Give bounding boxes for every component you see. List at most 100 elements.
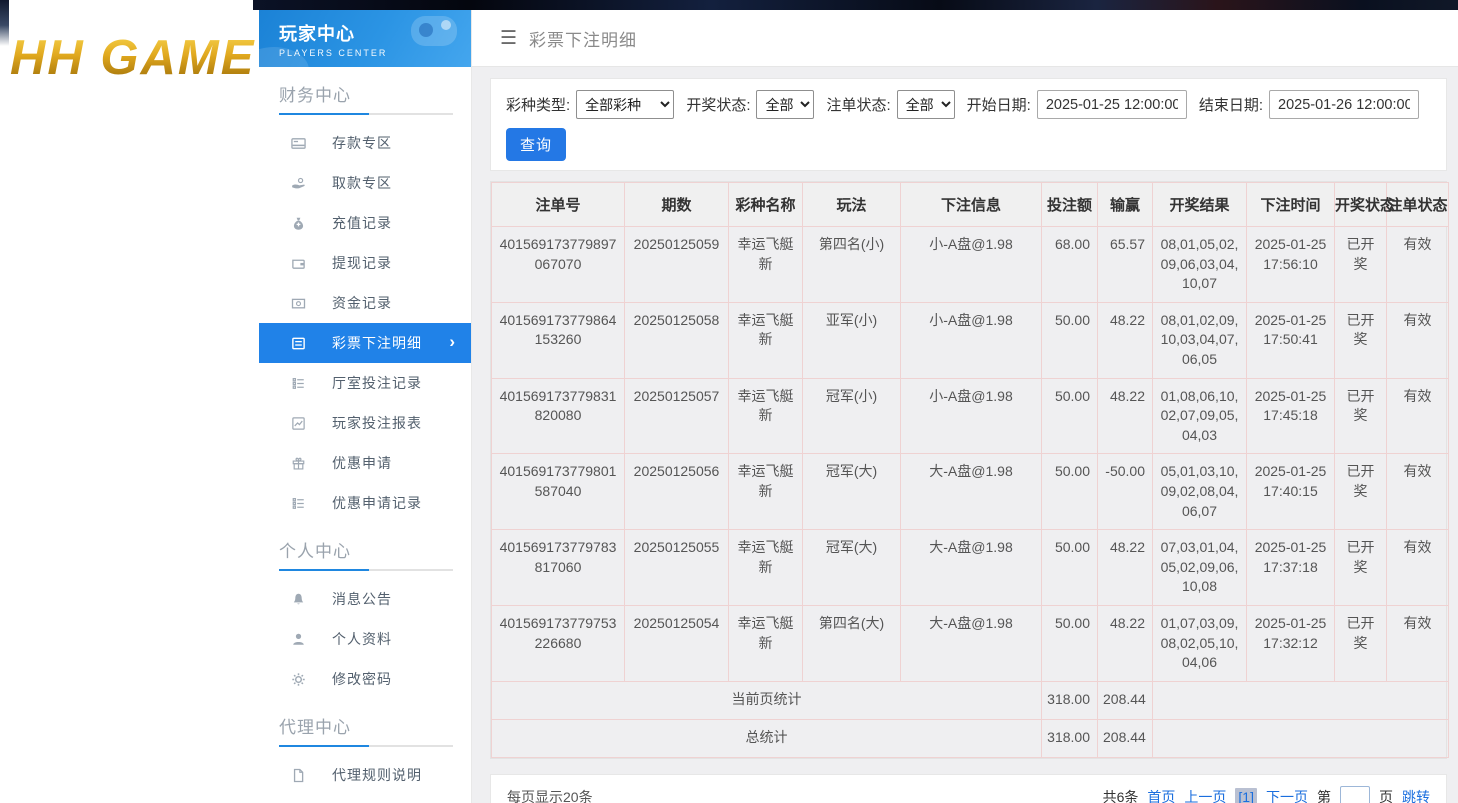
sidebar-item-withdraw[interactable]: 取款专区› xyxy=(259,163,471,203)
cell: 亚军(小) xyxy=(803,302,901,378)
cell: 48.22 xyxy=(1098,302,1153,378)
corner-shade xyxy=(0,0,9,46)
cell: 50.00 xyxy=(1042,605,1098,681)
cell: 幸运飞艇新 xyxy=(729,530,803,606)
gamepad-icon xyxy=(411,16,457,46)
jump-link[interactable]: 跳转 xyxy=(1402,787,1430,803)
sidebar-item-promo-apply[interactable]: 优惠申请› xyxy=(259,443,471,483)
cell: 冠军(小) xyxy=(803,378,901,454)
cell: 幸运飞艇新 xyxy=(729,605,803,681)
jump-suffix-text: 页 xyxy=(1379,787,1393,803)
bank-card-icon xyxy=(290,135,306,151)
section-title: 财务中心 xyxy=(259,67,471,113)
order-status-select[interactable]: 全部 xyxy=(897,90,955,119)
page-summary-row: 当前页统计 318.00 208.44 xyxy=(492,681,1449,719)
cell: 已开奖 xyxy=(1335,454,1387,530)
cell: 68.00 xyxy=(1042,227,1098,303)
sidebar-item-agent-team-stats[interactable]: 代理团队统计› xyxy=(259,795,471,803)
column-header: 玩法 xyxy=(803,183,901,227)
top-banner xyxy=(253,0,1458,10)
column-header: 输赢 xyxy=(1098,183,1153,227)
cell: 小-A盘@1.98 xyxy=(901,378,1042,454)
cell: 幸运飞艇新 xyxy=(729,302,803,378)
draw-status-select[interactable]: 全部 xyxy=(756,90,814,119)
sidebar-item-withdraw-records[interactable]: 提现记录› xyxy=(259,243,471,283)
page-summary-bet: 318.00 xyxy=(1042,681,1098,719)
page-summary-label: 当前页统计 xyxy=(492,681,1042,719)
sidebar-item-deposit[interactable]: 存款专区› xyxy=(259,123,471,163)
cell: 401569173779753226680 xyxy=(492,605,625,681)
sidebar-item-recharge-records[interactable]: 充值记录› xyxy=(259,203,471,243)
sidebar-item-promo-apply-records[interactable]: 优惠申请记录› xyxy=(259,483,471,523)
cell: 第四名(小) xyxy=(803,227,901,303)
table-header-row: 注单号期数彩种名称玩法下注信息投注额输赢开奖结果下注时间开奖状态注单状态 xyxy=(492,183,1449,227)
column-header: 投注额 xyxy=(1042,183,1098,227)
cell: 有效 xyxy=(1387,227,1449,303)
records-icon xyxy=(290,375,306,391)
cell: 2025-01-25 17:50:41 xyxy=(1247,302,1335,378)
cell: 50.00 xyxy=(1042,530,1098,606)
sidebar-item-label: 优惠申请记录 xyxy=(332,493,422,513)
sidebar-item-hall-bet-records[interactable]: 厅室投注记录› xyxy=(259,363,471,403)
column-header: 注单号 xyxy=(492,183,625,227)
section-divider xyxy=(279,745,453,747)
cell: 401569173779897067070 xyxy=(492,227,625,303)
order-status-label: 注单状态: xyxy=(826,94,890,115)
cell: 05,01,03,10,09,02,08,04,06,07 xyxy=(1153,454,1247,530)
column-header: 下注时间 xyxy=(1247,183,1335,227)
pager: 共6条 首页 上一页 [1] 下一页 第 页 跳转 xyxy=(1103,786,1430,803)
sidebar-item-profile[interactable]: 个人资料› xyxy=(259,619,471,659)
table-row: 40156917377983182008020250125057幸运飞艇新冠军(… xyxy=(492,378,1449,454)
prev-page-link[interactable]: 上一页 xyxy=(1184,787,1226,803)
cell: 小-A盘@1.98 xyxy=(901,227,1042,303)
cell: 幸运飞艇新 xyxy=(729,378,803,454)
sidebar-item-agent-rules[interactable]: 代理规则说明› xyxy=(259,755,471,795)
cell: 01,07,03,09,08,02,05,10,04,06 xyxy=(1153,605,1247,681)
sidebar-item-change-password[interactable]: 修改密码› xyxy=(259,659,471,699)
cell: 有效 xyxy=(1387,378,1449,454)
main-area: ☰ 彩票下注明细 彩种类型: 全部彩种 开奖状态: 全部 注单状态: 全部 开始… xyxy=(472,10,1458,803)
table-summary: 当前页统计 318.00 208.44 总统计 318.00 208.44 xyxy=(492,681,1449,757)
cell: 幸运飞艇新 xyxy=(729,227,803,303)
cell: 大-A盘@1.98 xyxy=(901,605,1042,681)
sidebar-item-lottery-bet-details[interactable]: 彩票下注明细› xyxy=(259,323,471,363)
logo-panel: HH GAME xyxy=(0,0,259,803)
sidebar-item-funds-records[interactable]: 资金记录› xyxy=(259,283,471,323)
column-header: 下注信息 xyxy=(901,183,1042,227)
column-header: 注单状态 xyxy=(1387,183,1449,227)
sidebar-nav: 财务中心存款专区›取款专区›充值记录›提现记录›资金记录›彩票下注明细›厅室投注… xyxy=(259,67,471,803)
search-button[interactable]: 查询 xyxy=(506,128,566,161)
next-page-link[interactable]: 下一页 xyxy=(1266,787,1308,803)
cell: 48.22 xyxy=(1098,378,1153,454)
section-divider xyxy=(279,113,453,115)
end-date-input[interactable] xyxy=(1269,90,1419,119)
sidebar-item-label: 提现记录 xyxy=(332,253,392,273)
first-page-link[interactable]: 首页 xyxy=(1147,787,1175,803)
cell: 已开奖 xyxy=(1335,530,1387,606)
page-jump-input[interactable] xyxy=(1340,786,1370,803)
gear-icon xyxy=(290,671,306,687)
cell: 401569173779831820080 xyxy=(492,378,625,454)
sidebar-item-label: 厅室投注记录 xyxy=(332,373,422,393)
cell: 有效 xyxy=(1387,302,1449,378)
sidebar-item-label: 彩票下注明细 xyxy=(332,333,422,353)
column-header: 开奖结果 xyxy=(1153,183,1247,227)
table-row: 40156917377980158704020250125056幸运飞艇新冠军(… xyxy=(492,454,1449,530)
cell: 有效 xyxy=(1387,530,1449,606)
sidebar-header: 玩家中心 PLAYERS CENTER xyxy=(259,10,471,67)
cell: 401569173779783817060 xyxy=(492,530,625,606)
section-title: 代理中心 xyxy=(259,699,471,745)
sidebar-item-player-bet-report[interactable]: 玩家投注报表› xyxy=(259,403,471,443)
lottery-type-select[interactable]: 全部彩种 xyxy=(576,90,674,119)
sidebar-item-announcements[interactable]: 消息公告› xyxy=(259,579,471,619)
screen: HH GAME 玩家中心 PLAYERS CENTER 财务中心存款专区›取款专… xyxy=(0,0,1458,803)
column-header: 期数 xyxy=(625,183,729,227)
cell: 已开奖 xyxy=(1335,378,1387,454)
report-icon xyxy=(290,415,306,431)
funds-icon xyxy=(290,295,306,311)
cell: 20250125059 xyxy=(625,227,729,303)
start-date-input[interactable] xyxy=(1037,90,1187,119)
lottery-type-label: 彩种类型: xyxy=(506,94,570,115)
hamburger-menu-icon[interactable]: ☰ xyxy=(500,27,517,50)
table-row: 40156917377975322668020250125054幸运飞艇新第四名… xyxy=(492,605,1449,681)
